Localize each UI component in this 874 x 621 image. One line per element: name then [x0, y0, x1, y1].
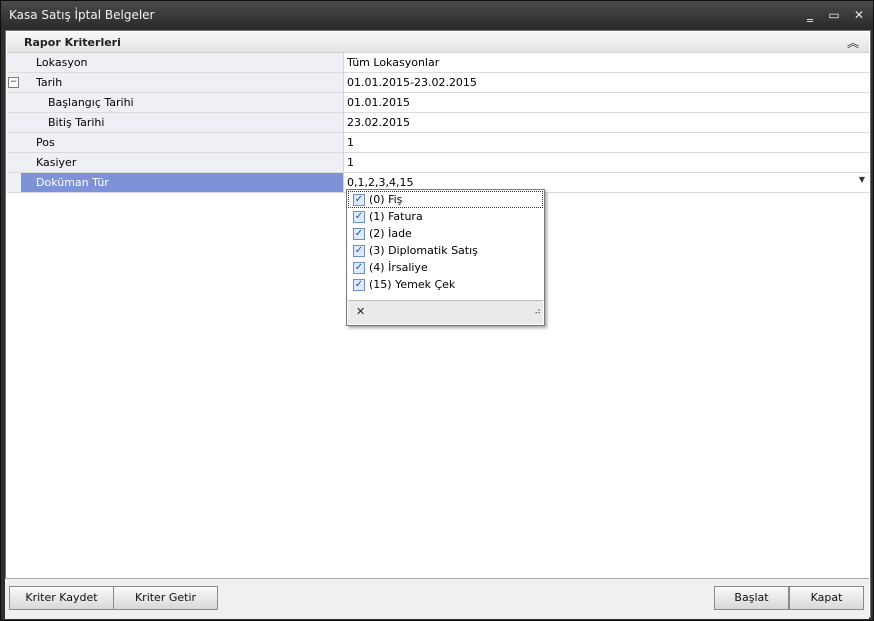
row-caption[interactable]: Tarih: [21, 73, 344, 92]
row-caption[interactable]: Bitiş Tarihi: [21, 113, 344, 132]
report-window: Kasa Satış İptal Belgeler ‗ ▭ ✕ Rapor Kr…: [0, 0, 874, 621]
chevron-double-up-icon[interactable]: ︽: [847, 34, 859, 51]
list-item[interactable]: ✓ (4) İrsaliye: [348, 259, 543, 276]
title-bar[interactable]: Kasa Satış İptal Belgeler ‗ ▭ ✕: [1, 1, 873, 29]
close-button[interactable]: ✕: [848, 5, 870, 25]
client-area: Rapor Kriterleri ︽ Lokasyon Tüm Lokasyon…: [5, 30, 871, 618]
row-caption[interactable]: Başlangıç Tarihi: [21, 93, 344, 112]
dropdown-arrow-icon[interactable]: ▼: [859, 175, 865, 184]
value-text: Tüm Lokasyonlar: [347, 56, 440, 69]
button-bar: Kriter Kaydet Kriter Getir Başlat Kapat: [5, 578, 869, 619]
item-label: (15) Yemek Çek: [369, 278, 456, 291]
row-label: Başlangıç Tarihi: [48, 96, 134, 109]
grid-row-tarih[interactable]: − Tarih 01.01.2015-23.02.2015: [7, 73, 869, 93]
dropdown-footer: ✕ ⠴: [348, 301, 543, 324]
list-item[interactable]: ✓ (3) Diplomatik Satış: [348, 242, 543, 259]
close-icon[interactable]: ✕: [356, 305, 365, 318]
list-item[interactable]: ✓ (1) Fatura: [348, 208, 543, 225]
row-label: Tarih: [36, 76, 63, 89]
checkbox-checked-icon[interactable]: ✓: [353, 279, 365, 291]
checkbox-checked-icon[interactable]: ✓: [353, 245, 365, 257]
row-indent: [7, 153, 21, 172]
grid-row-kasiyer[interactable]: Kasiyer 1: [7, 153, 869, 173]
resize-grip-icon[interactable]: ⠴: [534, 307, 541, 317]
grid-row-baslangic-tarihi[interactable]: Başlangıç Tarihi 01.01.2015: [7, 93, 869, 113]
checkbox-checked-icon[interactable]: ✓: [353, 211, 365, 223]
row-value[interactable]: 23.02.2015: [344, 113, 869, 132]
list-item[interactable]: ✓ (15) Yemek Çek: [348, 276, 543, 293]
value-text: 1: [347, 156, 354, 169]
criteria-group-header: Rapor Kriterleri ︽: [7, 32, 869, 53]
save-criteria-button[interactable]: Kriter Kaydet: [9, 586, 114, 610]
row-indent: [7, 53, 21, 72]
grid-row-lokasyon[interactable]: Lokasyon Tüm Lokasyonlar: [7, 53, 869, 73]
row-caption[interactable]: Lokasyon: [21, 53, 344, 72]
row-value[interactable]: 1: [344, 153, 869, 172]
row-label: Lokasyon: [36, 56, 88, 69]
checkbox-checked-icon[interactable]: ✓: [353, 194, 365, 206]
row-indent: [7, 113, 21, 132]
property-grid: Lokasyon Tüm Lokasyonlar − Tarih 01.01.2…: [7, 53, 869, 193]
item-label: (2) İade: [369, 227, 412, 240]
grid-row-bitis-tarihi[interactable]: Bitiş Tarihi 23.02.2015: [7, 113, 869, 133]
list-item[interactable]: ✓ (2) İade: [348, 225, 543, 242]
minimize-button[interactable]: ‗: [799, 5, 821, 25]
item-label: (3) Diplomatik Satış: [369, 244, 478, 257]
row-label: Doküman Tür: [36, 176, 109, 189]
item-label: (0) Fiş: [369, 193, 403, 206]
row-value[interactable]: 1: [344, 133, 869, 152]
row-caption[interactable]: Kasiyer: [21, 153, 344, 172]
row-caption[interactable]: Doküman Tür: [21, 173, 344, 192]
window-title: Kasa Satış İptal Belgeler: [9, 8, 155, 22]
row-label: Kasiyer: [36, 156, 77, 169]
close-form-button[interactable]: Kapat: [789, 586, 864, 610]
checkbox-checked-icon[interactable]: ✓: [353, 228, 365, 240]
maximize-button[interactable]: ▭: [823, 5, 845, 25]
value-text: 01.01.2015: [347, 96, 410, 109]
collapse-minus-icon[interactable]: −: [8, 77, 19, 88]
row-indent: −: [7, 73, 21, 92]
row-value[interactable]: Tüm Lokasyonlar: [344, 53, 869, 72]
row-indent: [7, 133, 21, 152]
value-text: 23.02.2015: [347, 116, 410, 129]
row-value[interactable]: 01.01.2015: [344, 93, 869, 112]
value-text: 01.01.2015-23.02.2015: [347, 76, 477, 89]
row-label: Pos: [36, 136, 55, 149]
row-caption[interactable]: Pos: [21, 133, 344, 152]
grid-row-pos[interactable]: Pos 1: [7, 133, 869, 153]
group-title: Rapor Kriterleri: [24, 36, 121, 49]
start-button[interactable]: Başlat: [714, 586, 789, 610]
value-text: 1: [347, 136, 354, 149]
row-value[interactable]: 01.01.2015-23.02.2015: [344, 73, 869, 92]
list-item[interactable]: ✓ (0) Fiş: [348, 191, 543, 208]
document-type-dropdown: ✓ (0) Fiş ✓ (1) Fatura ✓ (2) İade ✓ (3) …: [346, 189, 545, 326]
row-indent: [7, 93, 21, 112]
checkbox-checked-icon[interactable]: ✓: [353, 262, 365, 274]
item-label: (4) İrsaliye: [369, 261, 428, 274]
item-label: (1) Fatura: [369, 210, 423, 223]
checkbox-list: ✓ (0) Fiş ✓ (1) Fatura ✓ (2) İade ✓ (3) …: [348, 191, 543, 301]
value-text: 0,1,2,3,4,15: [347, 176, 414, 189]
row-indent: [7, 173, 21, 192]
load-criteria-button[interactable]: Kriter Getir: [113, 586, 218, 610]
row-label: Bitiş Tarihi: [48, 116, 105, 129]
